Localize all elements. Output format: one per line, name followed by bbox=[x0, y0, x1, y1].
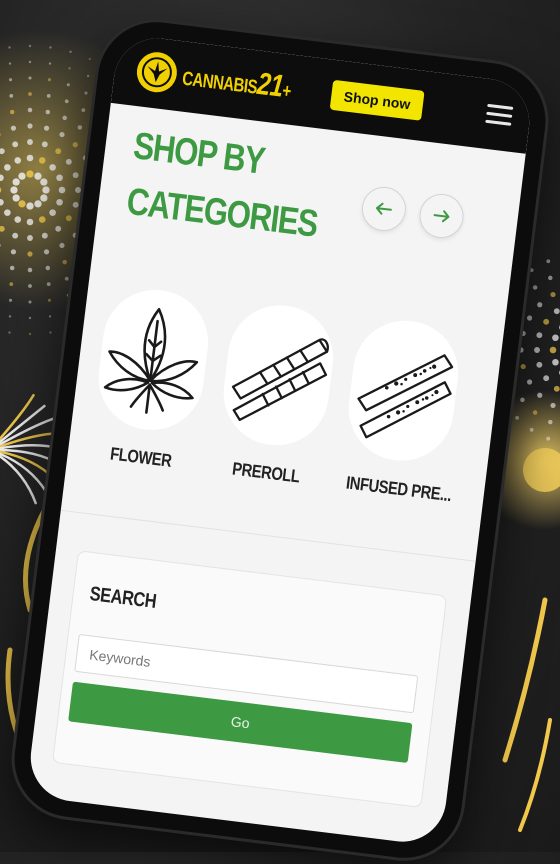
arrow-right-icon bbox=[433, 210, 450, 223]
category-infused-preroll[interactable]: INFUSED PRE... bbox=[335, 314, 466, 505]
arrow-left-icon bbox=[375, 202, 392, 215]
hamburger-menu-icon[interactable] bbox=[485, 103, 514, 127]
carousel-prev-button[interactable] bbox=[359, 184, 409, 234]
category-label: INFUSED PRE... bbox=[345, 472, 453, 506]
category-image bbox=[217, 299, 339, 452]
logo-leaf-icon bbox=[134, 49, 180, 95]
search-title: SEARCH bbox=[88, 583, 158, 614]
category-label: FLOWER bbox=[109, 443, 173, 471]
category-image bbox=[92, 284, 214, 436]
carousel-next-button[interactable] bbox=[416, 191, 467, 241]
logo[interactable]: CANNABIS21+ bbox=[134, 49, 294, 109]
section-title: SHOP BY CATEGORIES bbox=[124, 125, 320, 246]
category-label: PREROLL bbox=[231, 458, 301, 487]
section-divider bbox=[60, 509, 476, 562]
category-image bbox=[342, 314, 464, 467]
preroll-icon bbox=[231, 338, 329, 421]
cannabis-leaf-icon bbox=[103, 307, 199, 414]
logo-wordmark: CANNABIS21+ bbox=[180, 66, 292, 105]
infused-preroll-icon bbox=[356, 354, 453, 439]
category-flower[interactable]: FLOWER bbox=[85, 284, 216, 475]
search-widget: SEARCH Go bbox=[51, 550, 448, 808]
phone-screen: CANNABIS21+ Shop now SHOP BY CATEGORIES bbox=[25, 33, 535, 847]
shop-now-button[interactable]: Shop now bbox=[329, 79, 425, 121]
category-preroll[interactable]: PREROLL bbox=[210, 299, 341, 490]
